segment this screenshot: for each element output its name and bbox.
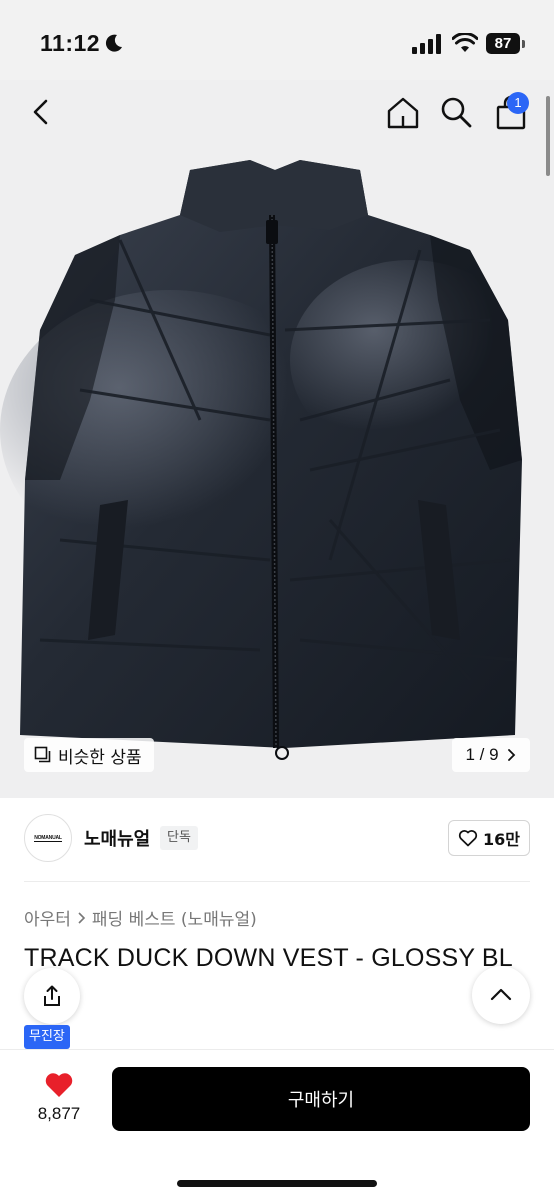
wifi-icon (452, 33, 478, 52)
breadcrumb: 아우터 패딩 베스트 (노매뉴얼) (24, 905, 257, 930)
breadcrumb-category[interactable]: 아우터 (24, 905, 71, 930)
battery-indicator: 87 (486, 33, 520, 54)
chevron-right-icon (78, 911, 86, 924)
product-title: TRACK DUCK DOWN VEST - GLOSSY BL (24, 944, 513, 972)
product-image-carousel[interactable] (0, 80, 554, 798)
buy-button[interactable]: 구매하기 (112, 1067, 530, 1131)
battery-cap (522, 40, 525, 48)
brand-name[interactable]: 노매뉴얼 (84, 825, 150, 851)
signal-icon (412, 34, 441, 54)
product-image (0, 80, 554, 798)
cart-count-badge: 1 (507, 92, 529, 114)
home-indicator (177, 1180, 377, 1187)
share-icon (44, 985, 60, 1006)
copy-icon (34, 746, 51, 763)
similar-products-button[interactable]: 비슷한 상품 (24, 738, 154, 772)
share-button[interactable] (24, 968, 80, 1024)
scrollbar[interactable] (546, 96, 550, 176)
chevron-right-icon (507, 749, 515, 761)
similar-products-label: 비슷한 상품 (58, 747, 142, 768)
brand-like-button[interactable]: 16만 (448, 820, 530, 856)
back-icon[interactable] (26, 96, 58, 128)
page-counter-text: 1 / 9 (465, 745, 499, 764)
favorite-count: 8,877 (37, 1104, 81, 1123)
free-shipping-badge: 무진장 (24, 1025, 70, 1049)
search-icon[interactable] (438, 94, 474, 130)
brand-row[interactable]: NOMANUAL 노매뉴얼 단독 16만 (24, 814, 530, 862)
brand-like-count: 16만 (483, 830, 520, 849)
home-icon[interactable] (384, 94, 422, 132)
heart-filled-icon[interactable] (44, 1071, 74, 1098)
scroll-to-top-button[interactable] (472, 966, 530, 1024)
breadcrumb-subcategory[interactable]: 패딩 베스트 (노매뉴얼) (92, 905, 257, 930)
status-bar: 11:12 87 (0, 0, 554, 80)
chevron-up-icon (490, 988, 512, 1001)
exclusive-badge: 단독 (160, 826, 198, 850)
brand-logo[interactable]: NOMANUAL (24, 814, 72, 862)
heart-outline-icon (458, 830, 478, 847)
divider (24, 881, 530, 882)
image-page-counter[interactable]: 1 / 9 (452, 738, 530, 772)
moon-icon (105, 34, 122, 52)
status-time: 11:12 (40, 30, 101, 56)
